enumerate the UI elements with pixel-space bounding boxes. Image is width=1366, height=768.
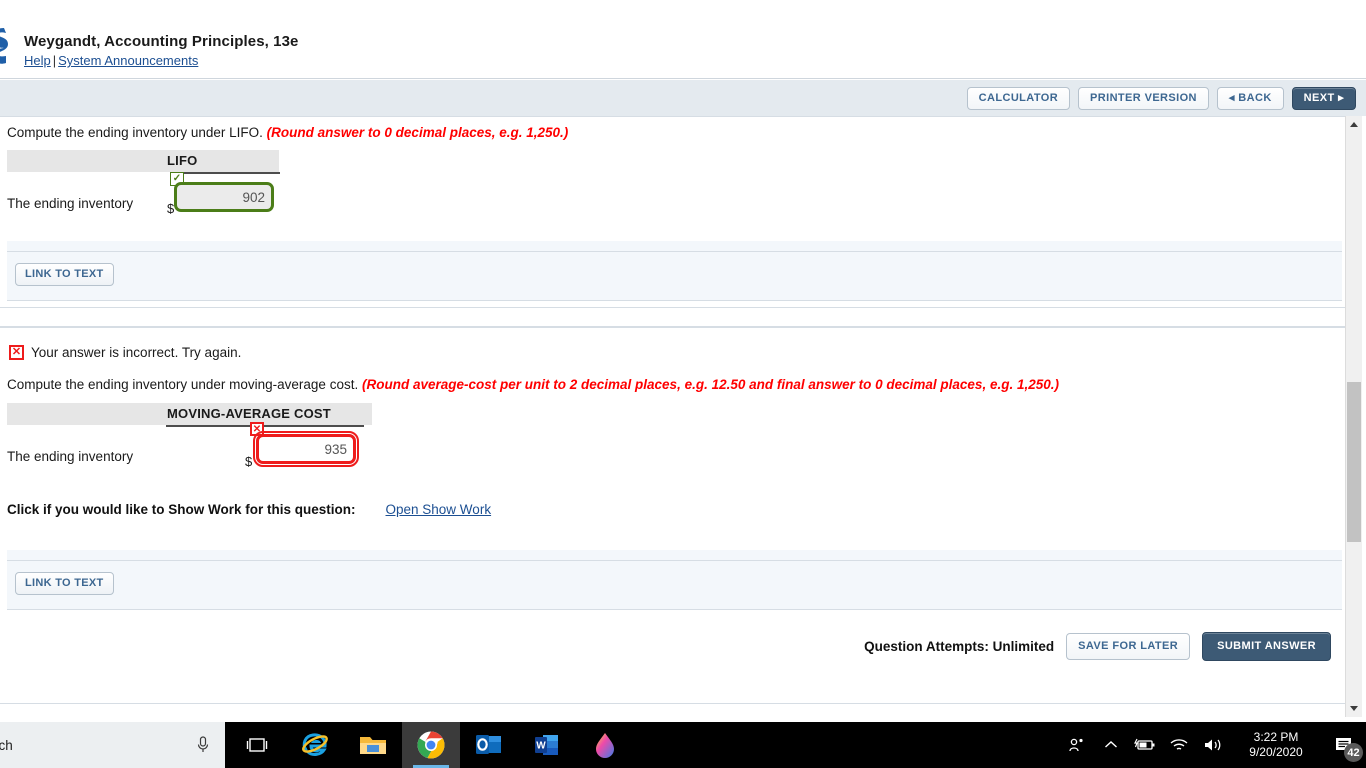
paint-3d-icon: [596, 733, 614, 758]
clock-time: 3:22 PM: [1253, 730, 1299, 744]
question-footer: Question Attempts: Unlimited SAVE FOR LA…: [7, 628, 1331, 664]
lifo-row-label: The ending inventory: [7, 196, 134, 211]
vertical-scrollbar[interactable]: [1345, 116, 1362, 717]
outlook-icon: [476, 735, 501, 754]
notification-center-button[interactable]: 42: [1322, 722, 1366, 768]
people-button[interactable]: [1060, 722, 1094, 768]
lifo-prompt-text: Compute the ending inventory under LIFO.: [7, 125, 263, 140]
page-title: Weygandt, Accounting Principles, 13e: [24, 33, 299, 50]
question-content: Compute the ending inventory under LIFO.…: [0, 116, 1350, 717]
question-attempts: Question Attempts: Unlimited: [864, 638, 1055, 654]
battery-charging-icon: [1134, 738, 1155, 750]
taskbar-search-text: rch: [0, 737, 13, 753]
moving-average-prompt: Compute the ending inventory under movin…: [7, 377, 1059, 392]
moving-average-link-panel: LINK TO TEXT: [7, 560, 1342, 610]
moving-average-table-header-band: MOVING-AVERAGE COST: [7, 403, 372, 425]
wifi-button[interactable]: [1162, 722, 1196, 768]
moving-average-answer-input[interactable]: [253, 431, 359, 467]
google-chrome-button[interactable]: [402, 722, 460, 768]
paint-3d-button[interactable]: [576, 722, 634, 768]
task-view-button[interactable]: [228, 722, 286, 768]
lifo-column-header: LIFO: [167, 153, 198, 168]
lifo-prompt: Compute the ending inventory under LIFO.…: [7, 125, 568, 140]
volume-button[interactable]: [1196, 722, 1230, 768]
outlook-button[interactable]: [460, 722, 518, 768]
lifo-rounding-note: (Round answer to 0 decimal places, e.g. …: [266, 125, 569, 140]
header-links: Help | System Announcements: [24, 53, 198, 68]
moving-average-rounding-note: (Round average-cost per unit to 2 decima…: [361, 377, 1059, 392]
incorrect-icon: ✕: [9, 345, 24, 360]
system-announcements-link[interactable]: System Announcements: [58, 53, 198, 68]
help-link[interactable]: Help: [24, 53, 51, 68]
screen: Weygandt, Accounting Principles, 13e Hel…: [0, 0, 1366, 768]
lifo-header-underline: [170, 172, 280, 174]
taskbar: rch: [0, 722, 1366, 768]
moving-average-row-label: The ending inventory: [7, 449, 134, 464]
block-separator: [0, 308, 1350, 327]
lifo-answer-input[interactable]: [174, 182, 274, 212]
battery-button[interactable]: [1128, 722, 1162, 768]
lifo-table-header-band: LIFO: [7, 150, 279, 172]
printer-version-button[interactable]: PRINTER VERSION: [1078, 87, 1209, 110]
scroll-down-button[interactable]: [1346, 700, 1362, 717]
lifo-link-to-text-button[interactable]: LINK TO TEXT: [15, 263, 114, 286]
word-button[interactable]: W: [518, 722, 576, 768]
question-block-moving-average: ✕ Your answer is incorrect. Try again. C…: [0, 327, 1350, 704]
chevron-down-icon: [1350, 706, 1358, 711]
show-hidden-icons-button[interactable]: [1094, 722, 1128, 768]
scrollbar-thumb[interactable]: [1347, 382, 1361, 542]
page-header: Weygandt, Accounting Principles, 13e Hel…: [0, 0, 1366, 79]
volume-icon: [1205, 739, 1221, 751]
internet-explorer-button[interactable]: [286, 722, 344, 768]
question-block-lifo: Compute the ending inventory under LIFO.…: [0, 116, 1350, 308]
file-explorer-icon: [360, 737, 386, 754]
wifi-icon: [1170, 739, 1188, 750]
chevron-up-icon: [1105, 741, 1117, 748]
internet-explorer-icon: [302, 733, 328, 756]
microphone-icon[interactable]: [195, 735, 211, 755]
incorrect-message: Your answer is incorrect. Try again.: [31, 345, 242, 360]
submit-answer-button[interactable]: SUBMIT ANSWER: [1202, 631, 1331, 661]
toolbar: CALCULATOR PRINTER VERSION ◂ BACK NEXT ▸: [0, 79, 1366, 117]
clock-date: 9/20/2020: [1249, 745, 1303, 759]
show-work-label: Click if you would like to Show Work for…: [7, 502, 356, 517]
back-button[interactable]: ◂ BACK: [1216, 87, 1284, 110]
google-chrome-icon: [417, 731, 445, 759]
people-icon: [1069, 738, 1083, 752]
lifo-link-panel: LINK TO TEXT: [7, 251, 1342, 301]
wiley-logo-icon: [0, 28, 8, 64]
moving-average-column-header: MOVING-AVERAGE COST: [167, 406, 331, 421]
show-work-row: Click if you would like to Show Work for…: [7, 502, 491, 517]
toolbar-buttons: CALCULATOR PRINTER VERSION ◂ BACK NEXT ▸: [966, 87, 1356, 110]
clock[interactable]: 3:22 PM 9/20/2020: [1230, 722, 1322, 768]
svg-text:W: W: [536, 741, 546, 752]
taskbar-icons: W: [228, 722, 634, 768]
calculator-button[interactable]: CALCULATOR: [966, 87, 1071, 110]
next-button[interactable]: NEXT ▸: [1291, 87, 1356, 110]
system-tray: 3:22 PM 9/20/2020 42: [1060, 722, 1366, 768]
scroll-up-button[interactable]: [1346, 116, 1362, 133]
moving-average-currency-symbol: $: [245, 454, 253, 469]
word-icon: W: [535, 735, 558, 755]
taskbar-search-box[interactable]: rch: [0, 722, 225, 768]
chevron-up-icon: [1350, 122, 1358, 127]
file-explorer-button[interactable]: [344, 722, 402, 768]
moving-average-prompt-text: Compute the ending inventory under movin…: [7, 377, 359, 392]
save-for-later-button[interactable]: SAVE FOR LATER: [1066, 632, 1191, 660]
task-view-icon: [246, 738, 268, 752]
notification-count-badge: 42: [1344, 743, 1363, 762]
moving-average-header-underline: [166, 425, 364, 427]
incorrect-feedback: ✕ Your answer is incorrect. Try again.: [9, 345, 241, 360]
moving-average-link-to-text-button[interactable]: LINK TO TEXT: [15, 572, 114, 595]
open-show-work-link[interactable]: Open Show Work: [386, 502, 492, 517]
